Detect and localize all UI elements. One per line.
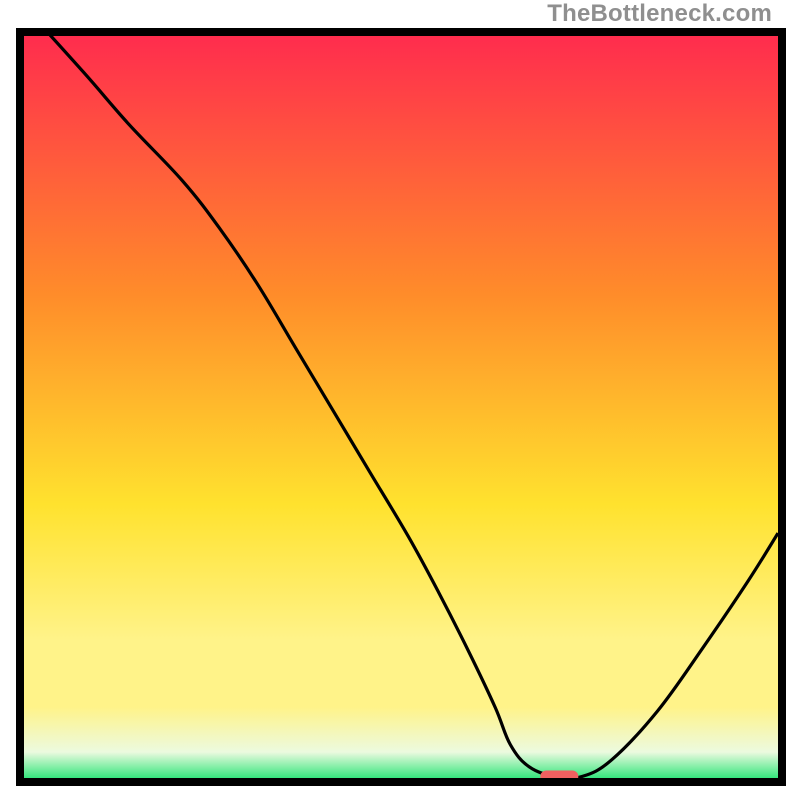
chart-stage: TheBottleneck.com — [0, 0, 800, 800]
chart-background — [20, 32, 782, 782]
watermark-text: TheBottleneck.com — [547, 0, 772, 28]
chart-svg — [16, 28, 786, 786]
plot-container — [16, 28, 786, 786]
